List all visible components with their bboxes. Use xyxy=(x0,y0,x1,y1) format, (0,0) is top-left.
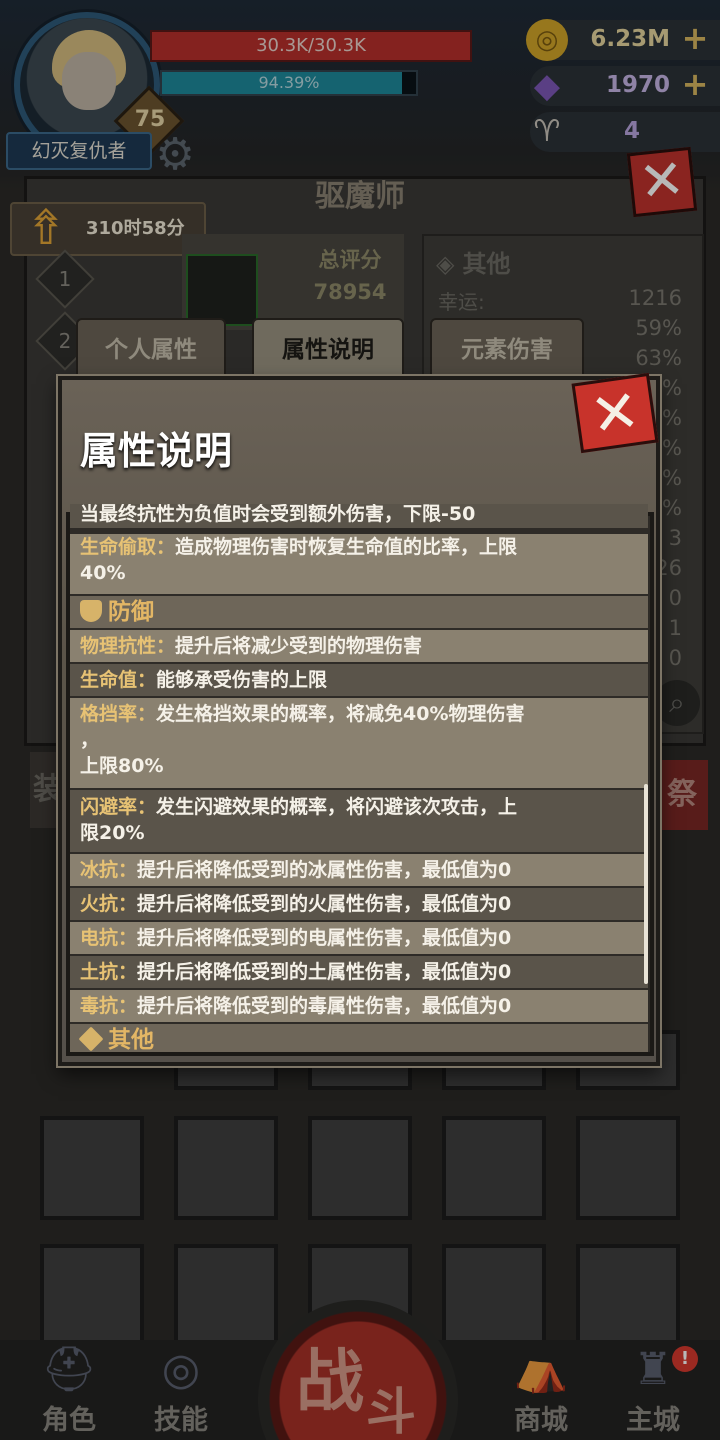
attr-desc-cont: 限20% xyxy=(80,822,145,844)
list-item: 火抗：提升后将降低受到的火属性伤害，最低值为0 xyxy=(70,888,648,920)
list-item: 土抗：提升后将降低受到的土属性伤害，最低值为0 xyxy=(70,956,648,988)
section-title: 防御 xyxy=(108,599,154,625)
list-item: 生命值：能够承受伤害的上限 xyxy=(70,664,648,696)
section-header-other: 其他 xyxy=(70,1024,648,1052)
diamond-icon xyxy=(78,1026,104,1052)
attr-desc: 发生格挡效果的概率，将减免40%物理伤害 xyxy=(156,703,525,725)
section-title: 其他 xyxy=(108,1027,154,1052)
attr-key: 毒抗： xyxy=(80,995,138,1017)
list-item: 物理抗性：提升后将减少受到的物理伤害 xyxy=(70,630,648,662)
section-header-defense: 防御 xyxy=(70,596,648,628)
attr-desc: 发生闪避效果的概率，将闪避该次攻击，上 xyxy=(156,796,518,818)
attr-desc: 提升后将减少受到的物理伤害 xyxy=(175,635,423,657)
attr-desc-cont: ， xyxy=(80,729,100,751)
attr-key: 火抗： xyxy=(80,893,138,915)
attr-key: 生命偷取： xyxy=(80,536,176,558)
list-item: 毒抗：提升后将降低受到的毒属性伤害，最低值为0 xyxy=(70,990,648,1022)
list-item: 电抗：提升后将降低受到的电属性伤害，最低值为0 xyxy=(70,922,648,954)
attr-key: 冰抗： xyxy=(80,859,138,881)
attr-key: 生命值： xyxy=(80,669,157,691)
attr-desc: 提升后将降低受到的土属性伤害，最低值为0 xyxy=(137,961,512,983)
list-item: 冰抗：提升后将降低受到的冰属性伤害，最低值为0 xyxy=(70,854,648,886)
description-list-content[interactable]: 当最终抗性为负值时会受到额外伤害，下限-50 生命偷取：造成物理伤害时恢复生命值… xyxy=(70,504,648,1052)
attr-key: 土抗： xyxy=(80,961,138,983)
list-item: 生命偷取：造成物理伤害时恢复生命值的比率，上限 40% xyxy=(70,534,648,594)
shield-icon xyxy=(80,600,102,622)
attr-key: 闪避率： xyxy=(80,796,157,818)
attr-key: 物理抗性： xyxy=(80,635,176,657)
attr-key: 格挡率： xyxy=(80,703,157,725)
list-item: 格挡率：发生格挡效果的概率，将减免40%物理伤害 ， 上限80% xyxy=(70,698,648,788)
list-item: 闪避率：发生闪避效果的概率，将闪避该次攻击，上 限20% xyxy=(70,790,648,852)
modal-title: 属性说明 xyxy=(80,429,233,473)
list-item: 当最终抗性为负值时会受到额外伤害，下限-50 xyxy=(70,504,648,528)
attr-desc: 造成物理伤害时恢复生命值的比率，上限 xyxy=(175,536,518,558)
clipped-row-text: 当最终抗性为负值时会受到额外伤害，下限-50 xyxy=(80,504,476,525)
close-icon[interactable]: ✕ xyxy=(571,372,659,454)
attr-desc-cont: 40% xyxy=(80,562,126,584)
attr-desc: 能够承受伤害的上限 xyxy=(156,669,328,691)
attr-desc: 提升后将降低受到的冰属性伤害，最低值为0 xyxy=(137,859,512,881)
attr-key: 电抗： xyxy=(80,927,138,949)
attr-desc-cont: 上限80% xyxy=(80,755,164,777)
attr-desc: 提升后将降低受到的火属性伤害，最低值为0 xyxy=(137,893,512,915)
attr-desc: 提升后将降低受到的毒属性伤害，最低值为0 xyxy=(137,995,512,1017)
attr-desc: 提升后将降低受到的电属性伤害，最低值为0 xyxy=(137,927,512,949)
list-scrollbar[interactable] xyxy=(644,784,648,984)
